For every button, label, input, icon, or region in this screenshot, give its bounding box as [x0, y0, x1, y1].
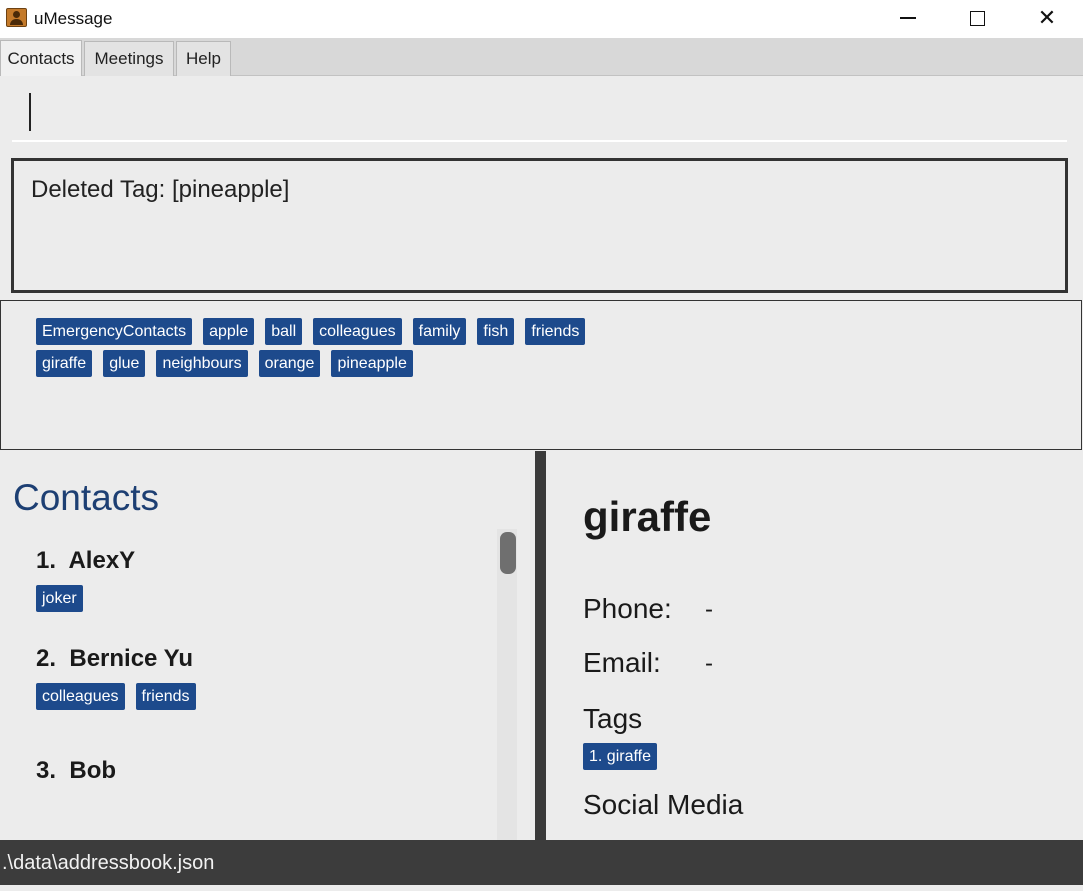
command-input[interactable] [32, 90, 1032, 134]
contact-index: 1. [36, 547, 57, 574]
contact-index: 3. [36, 757, 57, 784]
tag-chip: joker [36, 585, 83, 612]
contact-name: AlexY [68, 547, 136, 574]
bottom-strip [0, 885, 1083, 891]
contact-name-row: 2. Bernice Yu [36, 645, 196, 673]
contact-index: 2. [36, 645, 57, 672]
contact-detail-panel: giraffe Phone: - Email: - Tags 1. giraff… [546, 451, 1083, 840]
window-title: uMessage [34, 9, 113, 28]
tag-chip[interactable]: pineapple [331, 350, 413, 377]
close-icon: ✕ [1037, 5, 1057, 30]
scrollbar-thumb[interactable] [500, 532, 516, 574]
tag-chip[interactable]: colleagues [313, 318, 402, 345]
text-cursor [29, 93, 31, 131]
tag-chip: colleagues [36, 683, 125, 710]
maximize-button[interactable] [942, 0, 1012, 36]
tab-help[interactable]: Help [176, 41, 231, 76]
tags-label: Tags [583, 703, 643, 734]
email-value: - [705, 650, 713, 677]
minimize-button[interactable] [873, 0, 943, 36]
phone-label: Phone: [583, 593, 672, 624]
tag-row: EmergencyContacts apple ball colleagues … [36, 318, 586, 345]
contacts-panel: Contacts 1. AlexY joker 2. Bernice Yu co… [0, 451, 534, 840]
result-display: Deleted Tag: [pineapple] [11, 158, 1068, 293]
phone-value: - [705, 596, 713, 623]
tab-bar: Contacts Meetings Help [0, 38, 1083, 76]
close-button[interactable]: ✕ [1012, 0, 1082, 36]
contact-card[interactable]: 2. Bernice Yu colleagues friends [36, 645, 196, 710]
maximize-icon [969, 10, 985, 26]
contact-tags: colleagues friends [36, 683, 196, 710]
contacts-heading: Contacts [13, 477, 160, 518]
result-message: Deleted Tag: [pineapple] [31, 176, 290, 203]
tag-chip[interactable]: orange [258, 350, 321, 377]
tag-chip[interactable]: fish [477, 318, 515, 345]
contact-card[interactable]: 3. Bob [36, 757, 116, 785]
tag-chip[interactable]: EmergencyContacts [36, 318, 193, 345]
email-label: Email: [583, 647, 661, 678]
social-media-label: Social Media [583, 789, 744, 820]
tag-list-panel: EmergencyContacts apple ball colleagues … [0, 300, 1082, 450]
command-box [12, 78, 1067, 142]
scrollbar-track[interactable] [497, 529, 517, 840]
tag-chip[interactable]: apple [203, 318, 255, 345]
tag-chip[interactable]: giraffe [36, 350, 93, 377]
title-bar: uMessage ✕ [0, 0, 1083, 38]
tag-chip: friends [135, 683, 196, 710]
contact-name: Bob [69, 757, 117, 784]
tab-contacts[interactable]: Contacts [0, 40, 82, 76]
panel-divider[interactable] [535, 451, 546, 840]
detail-name: giraffe [583, 493, 712, 540]
contacts-book-icon [6, 8, 27, 27]
status-file-path: .\data\addressbook.json [2, 852, 215, 874]
tab-meetings[interactable]: Meetings [84, 41, 174, 76]
tag-chip[interactable]: ball [265, 318, 303, 345]
tag-chip[interactable]: family [412, 318, 467, 345]
minimize-icon [900, 17, 916, 19]
contact-name: Bernice Yu [69, 645, 193, 672]
contact-name-row: 3. Bob [36, 757, 116, 785]
tag-chip[interactable]: glue [103, 350, 146, 377]
tag-chip[interactable]: neighbours [156, 350, 248, 377]
tag-row: giraffe glue neighbours orange pineapple [36, 350, 413, 377]
tag-chip: 1. giraffe [583, 743, 657, 770]
contact-tags: joker [36, 585, 135, 612]
tag-chip[interactable]: friends [525, 318, 586, 345]
status-bar: .\data\addressbook.json [0, 840, 1083, 885]
contact-name-row: 1. AlexY [36, 547, 135, 575]
contact-card[interactable]: 1. AlexY joker [36, 547, 135, 612]
